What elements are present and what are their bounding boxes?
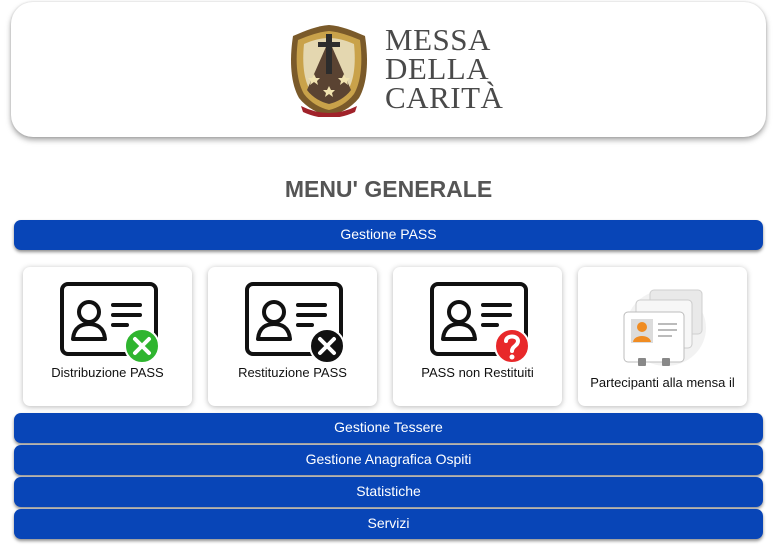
menu-gestione-pass-button[interactable]: Gestione PASS bbox=[14, 220, 763, 250]
tile-label: Restituzione PASS bbox=[238, 365, 347, 380]
menu-statistiche-button[interactable]: Statistiche bbox=[14, 477, 763, 507]
menu-gestione-tessere-button[interactable]: Gestione Tessere bbox=[14, 413, 763, 443]
id-card-question-icon bbox=[430, 282, 530, 362]
tile-label: Distribuzione PASS bbox=[51, 365, 164, 380]
header-card: MESSA DELLA CARITÀ bbox=[11, 2, 766, 137]
logo-text-line-1: MESSA bbox=[385, 22, 491, 57]
id-card-green-x-icon bbox=[60, 282, 160, 362]
logo-text-line-2: DELLA bbox=[385, 51, 490, 86]
page-title: MENU' GENERALE bbox=[284, 176, 493, 202]
tile-restituzione-pass[interactable]: Restituzione PASS bbox=[208, 267, 377, 406]
logo-text-line-3: CARITÀ bbox=[385, 80, 504, 115]
menu-gestione-anagrafica-ospiti-button[interactable]: Gestione Anagrafica Ospiti bbox=[14, 445, 763, 475]
logo-text: MESSA DELLA CARITÀ bbox=[385, 22, 504, 115]
logo-emblem-icon bbox=[291, 25, 367, 117]
tile-label: Partecipanti alla mensa il bbox=[590, 375, 735, 390]
contact-cards-icon bbox=[623, 289, 706, 366]
id-card-black-x-icon bbox=[245, 282, 345, 362]
tile-label: PASS non Restituiti bbox=[421, 365, 534, 380]
tile-pass-non-restituiti[interactable]: PASS non Restituiti bbox=[393, 267, 562, 406]
tile-distribuzione-pass[interactable]: Distribuzione PASS bbox=[23, 267, 192, 406]
logo: MESSA DELLA CARITÀ bbox=[287, 22, 504, 117]
tile-partecipanti-mensa[interactable]: Partecipanti alla mensa il bbox=[578, 267, 747, 406]
menu-servizi-button[interactable]: Servizi bbox=[14, 509, 763, 539]
